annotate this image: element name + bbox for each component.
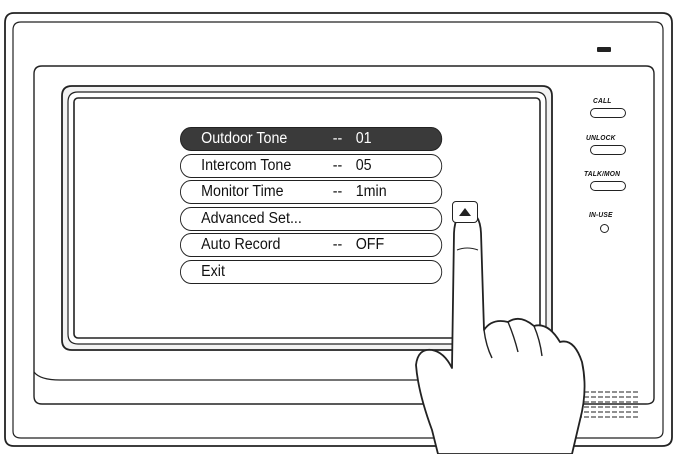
menu-item-value: OFF <box>355 236 385 254</box>
menu-item[interactable]: Intercom Tone -- 05 <box>180 153 443 178</box>
menu-item[interactable]: Monitor Time -- 1min <box>180 180 443 205</box>
menu-item[interactable]: Auto Record -- OFF <box>180 233 443 258</box>
menu-item[interactable]: Advanced Set... <box>180 206 443 231</box>
in-use-led <box>600 224 609 233</box>
menu-item-label: Monitor Time <box>201 183 284 201</box>
menu-item-label: Exit <box>201 262 225 280</box>
talk-mon-button[interactable] <box>590 181 626 191</box>
menu-item-label: Intercom Tone <box>201 156 292 174</box>
menu-item-separator: -- <box>332 156 343 174</box>
menu-item-label: Outdoor Tone <box>201 130 288 147</box>
menu-item-value: 05 <box>355 156 372 174</box>
menu-item[interactable]: Outdoor Tone -- 01 <box>180 127 443 151</box>
menu-item[interactable]: Exit <box>180 259 443 284</box>
scroll-up-button[interactable] <box>452 201 478 223</box>
unlock-label: UNLOCK <box>586 135 616 142</box>
talk-mon-label: TALK/MON <box>584 171 621 178</box>
menu-item-separator: -- <box>332 236 343 254</box>
menu-item-value: 1min <box>355 183 387 201</box>
unlock-button[interactable] <box>590 145 626 155</box>
intercom-monitor: Outdoor Tone -- 01 Intercom Tone -- 05 Monitor… <box>0 0 677 454</box>
menu-item-separator: -- <box>332 130 343 147</box>
menu-item-value: 01 <box>355 130 372 147</box>
menu-item-label: Auto Record <box>201 236 281 254</box>
in-use-label: IN-USE <box>589 212 613 219</box>
up-arrow-icon <box>459 208 471 216</box>
call-label: CALL <box>593 98 612 105</box>
indicator-light-icon <box>597 47 611 52</box>
call-button[interactable] <box>590 108 626 118</box>
menu-item-label: Advanced Set... <box>201 209 302 227</box>
settings-menu: Outdoor Tone -- 01 Intercom Tone -- 05 Monitor… <box>180 127 443 287</box>
menu-item-separator: -- <box>332 183 343 201</box>
